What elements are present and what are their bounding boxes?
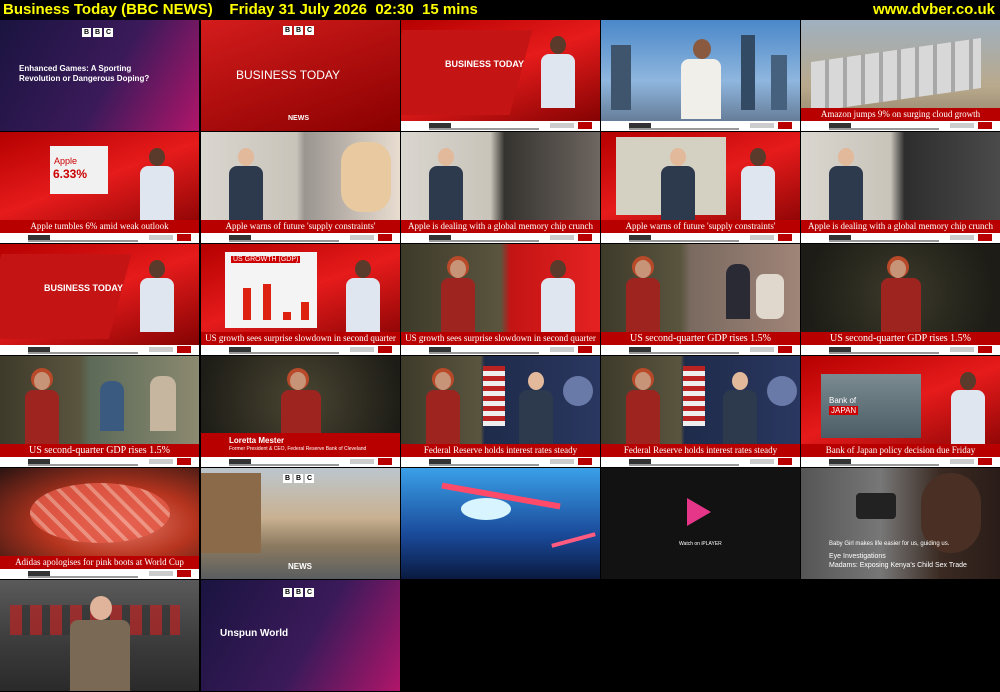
guest (661, 148, 695, 220)
tile-15[interactable]: US second-quarter GDP rises 1.5% (801, 244, 1000, 355)
programme-brand: Eye Investigations (829, 553, 886, 560)
guest (626, 368, 660, 444)
caption: Apple is dealing with a global memory ch… (401, 220, 600, 233)
presenter (140, 260, 174, 332)
watch-on-iplayer: Watch on iPLAYER (679, 541, 722, 547)
presenter (140, 148, 174, 220)
caption: Adidas apologises for pink boots at Worl… (0, 556, 199, 569)
presenter (541, 260, 575, 332)
tile-23[interactable] (401, 468, 600, 579)
guest (441, 256, 475, 332)
business-today-sign: BUSINESS TODAY (44, 283, 124, 293)
page-header: Business Today (BBC NEWS) Friday 31 July… (0, 0, 1000, 19)
speaker (519, 372, 553, 444)
caption: US second-quarter GDP rises 1.5% (601, 332, 800, 345)
tile-17[interactable]: Loretta Mester Former President & CEO, F… (201, 356, 400, 467)
caption: US second-quarter GDP rises 1.5% (0, 444, 199, 457)
tile-3[interactable]: BUSINESS TODAY (401, 20, 600, 131)
tile-13[interactable]: US growth sees surprise slowdown in seco… (401, 244, 600, 355)
gdp-chart-card: US GROWTH (GDP) (225, 252, 317, 328)
tile-16[interactable]: US second-quarter GDP rises 1.5% (0, 356, 199, 467)
news-label: NEWS (288, 562, 312, 571)
tile-7[interactable]: Apple warns of future 'supply constraint… (201, 132, 400, 243)
guest (681, 39, 721, 119)
tile-11[interactable]: BUSINESS TODAY (0, 244, 199, 355)
caption: Amazon jumps 9% on surging cloud growth (801, 108, 1000, 121)
caption: Federal Reserve holds interest rates ste… (601, 444, 800, 457)
programme-title: Business Today (BBC NEWS) Friday 31 July… (3, 1, 478, 18)
tile-5[interactable]: Amazon jumps 9% on surging cloud growth (801, 20, 1000, 131)
tile-6[interactable]: Apple 6.33% Apple tumbles 6% amid weak o… (0, 132, 199, 243)
tile-9[interactable]: Apple warns of future 'supply constraint… (601, 132, 800, 243)
speaker (723, 372, 757, 444)
tile-2[interactable]: BBC BUSINESS TODAY NEWS (201, 20, 400, 131)
name-caption: Loretta Mester Former President & CEO, F… (201, 433, 400, 457)
boj-card: Bank of JAPAN (821, 374, 921, 438)
tile-8[interactable]: Apple is dealing with a global memory ch… (401, 132, 600, 243)
caption: Federal Reserve holds interest rates ste… (401, 444, 600, 457)
stock-card: Apple 6.33% (50, 146, 108, 194)
guest (229, 148, 263, 220)
guest (426, 368, 460, 444)
iplayer-play-icon (687, 498, 711, 526)
tile-19[interactable]: Federal Reserve holds interest rates ste… (601, 356, 800, 467)
tile-1[interactable]: BBC Enhanced Games: A Sporting Revolutio… (0, 20, 199, 131)
tile-18[interactable]: Federal Reserve holds interest rates ste… (401, 356, 600, 467)
guest (429, 148, 463, 220)
promo-title: Unspun World (220, 628, 289, 639)
caption: US growth sees surprise slowdown in seco… (401, 332, 600, 345)
tile-24[interactable]: Watch on iPLAYER (601, 468, 800, 579)
presenter (741, 148, 775, 220)
caption: Apple warns of future 'supply constraint… (601, 220, 800, 233)
programme-name: Madams: Exposing Kenya's Child Sex Trade (829, 562, 967, 569)
tile-20[interactable]: Bank of JAPAN Bank of Japan policy decis… (801, 356, 1000, 467)
tile-26[interactable] (0, 580, 199, 691)
bbc-logo: BBC (283, 26, 314, 35)
tile-21[interactable]: Adidas apologises for pink boots at Worl… (0, 468, 199, 579)
bbc-logo: BBC (283, 588, 314, 597)
subtitle: Baby Girl makes life easier for us, guid… (829, 541, 950, 547)
presenter (541, 36, 575, 108)
bbc-logo: BBC (82, 28, 113, 37)
thumbnail-grid: BBC Enhanced Games: A Sporting Revolutio… (0, 20, 1000, 692)
business-today-sign: BUSINESS TODAY (445, 59, 525, 69)
bbc-logo: BBC (283, 474, 314, 483)
presenter (70, 596, 130, 691)
tile-4[interactable] (601, 20, 800, 131)
news-label: NEWS (288, 115, 309, 122)
guest (881, 256, 921, 332)
tile-27[interactable]: BBC Unspun World (201, 580, 400, 691)
tile-25[interactable]: Baby Girl makes life easier for us, guid… (801, 468, 1000, 579)
site-link[interactable]: www.dvber.co.uk (873, 0, 995, 19)
caption: Apple is dealing with a global memory ch… (801, 220, 1000, 233)
caption: US growth sees surprise slowdown in seco… (201, 332, 400, 345)
caption: Apple tumbles 6% amid weak outlook (0, 220, 199, 233)
tile-10[interactable]: Apple is dealing with a global memory ch… (801, 132, 1000, 243)
caption: Apple warns of future 'supply constraint… (201, 220, 400, 233)
tile-12[interactable]: US GROWTH (GDP) US growth sees surprise … (201, 244, 400, 355)
guest (626, 256, 660, 332)
presenter (951, 372, 985, 444)
guest (829, 148, 863, 220)
presenter (346, 260, 380, 332)
guest (25, 368, 59, 444)
promo-title: Enhanced Games: A Sporting Revolution or… (19, 64, 150, 83)
business-today-title: BUSINESS TODAY (236, 68, 341, 82)
tile-14[interactable]: US second-quarter GDP rises 1.5% (601, 244, 800, 355)
caption: Bank of Japan policy decision due Friday (801, 444, 1000, 457)
caption: US second-quarter GDP rises 1.5% (801, 332, 1000, 345)
tile-22[interactable]: BBC NEWS (201, 468, 400, 579)
